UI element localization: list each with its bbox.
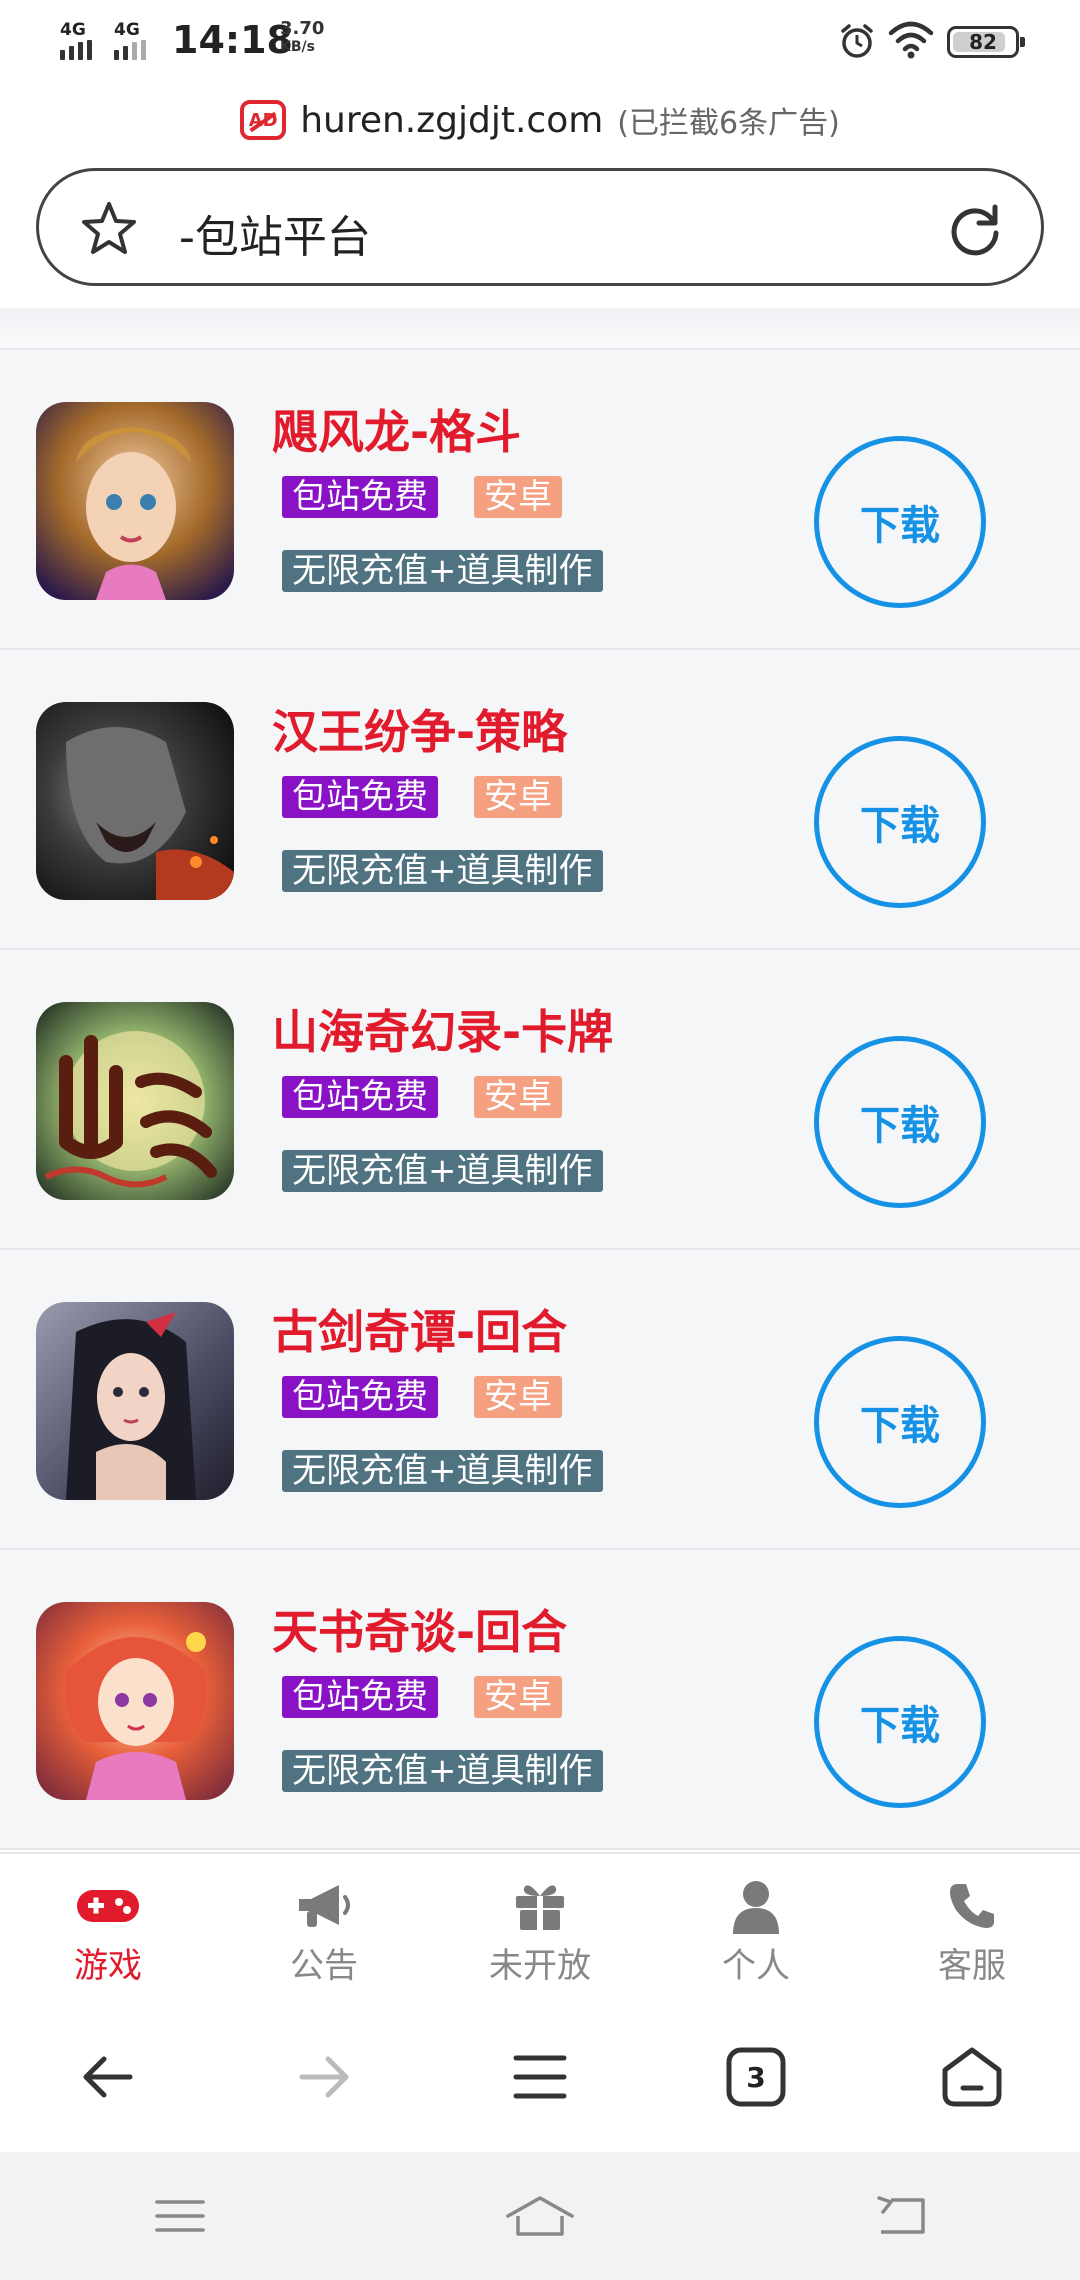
system-back-button[interactable] [720, 2152, 1080, 2280]
tag-android: 安卓 [474, 1676, 562, 1718]
forward-button[interactable] [216, 2002, 432, 2152]
wifi-icon [888, 21, 934, 59]
hamburger-menu-icon [513, 2055, 567, 2099]
game-thumbnail[interactable] [36, 402, 234, 600]
tag-android: 安卓 [474, 1076, 562, 1118]
tag-android: 安卓 [474, 776, 562, 818]
game-title[interactable]: 天书奇谈-回合 [272, 1596, 567, 1662]
tabs-button[interactable]: 3 [648, 2002, 864, 2152]
game-title[interactable]: 山海奇幻录-卡牌 [272, 996, 613, 1062]
page-title[interactable]: -包站平台 [179, 201, 371, 265]
blocked-ads-note: (已拦截6条广告) [617, 106, 840, 141]
game-title[interactable]: 古剑奇谭-回合 [272, 1296, 567, 1362]
system-home-button[interactable] [360, 2152, 720, 2280]
game-thumbnail[interactable] [36, 702, 234, 900]
tab-unopened[interactable]: 未开放 [432, 1854, 648, 2002]
status-bar: 4G 4G 14:18 3.70 KB/s 82 [0, 0, 1080, 80]
tab-label: 个人 [722, 1946, 790, 1986]
menu-button[interactable] [432, 2002, 648, 2152]
tab-label: 未开放 [489, 1946, 591, 1986]
phone-icon [950, 1884, 994, 1928]
signal-type-2: 4G [114, 20, 140, 40]
tab-count: 3 [746, 2060, 766, 2094]
download-button[interactable]: 下载 [814, 436, 986, 608]
bottom-tab-bar: 游戏 公告 未开放 个人 客服 [0, 1852, 1080, 2002]
game-row[interactable]: 古剑奇谭-回合 包站免费 安卓 无限充值+道具制作 下载 [0, 1250, 1080, 1550]
network-speed: 3.70 KB/s [280, 18, 325, 56]
tag-features: 无限充值+道具制作 [282, 1450, 603, 1492]
tag-features: 无限充值+道具制作 [282, 1150, 603, 1192]
game-thumbnail[interactable] [36, 1002, 234, 1200]
gamepad-icon [77, 1890, 139, 1922]
tag-features: 无限充值+道具制作 [282, 550, 603, 592]
tab-label: 客服 [938, 1946, 1006, 1986]
system-navigation-bar [0, 2152, 1080, 2280]
ad-block-icon[interactable]: AD [240, 100, 287, 140]
download-button[interactable]: 下载 [814, 1336, 986, 1508]
signal-type-1: 4G [60, 20, 86, 40]
recents-icon [155, 2200, 205, 2232]
tab-games[interactable]: 游戏 [0, 1854, 216, 2002]
tag-free-hosting: 包站免费 [282, 476, 438, 518]
content-top-spacer [0, 308, 1080, 348]
tab-support[interactable]: 客服 [864, 1854, 1080, 2002]
gift-icon [516, 1885, 564, 1930]
download-button[interactable]: 下载 [814, 1036, 986, 1208]
system-home-icon [506, 2196, 574, 2236]
tag-free-hosting: 包站免费 [282, 1076, 438, 1118]
address-bar[interactable]: -包站平台 [36, 168, 1044, 286]
megaphone-icon [299, 1885, 350, 1927]
download-button[interactable]: 下载 [814, 1636, 986, 1808]
browser-toolbar: 3 [0, 2002, 1080, 2152]
tag-free-hosting: 包站免费 [282, 1676, 438, 1718]
clock: 14:18 [172, 18, 293, 62]
tab-label: 游戏 [74, 1946, 142, 1986]
game-row[interactable]: 天书奇谈-回合 包站免费 安卓 无限充值+道具制作 下载 [0, 1550, 1080, 1850]
system-back-icon [877, 2196, 925, 2234]
tag-android: 安卓 [474, 1376, 562, 1418]
game-row[interactable]: 山海奇幻录-卡牌 包站免费 安卓 无限充值+道具制作 下载 [0, 950, 1080, 1250]
signal-bars-1-icon [60, 40, 92, 60]
game-thumbnail[interactable] [36, 1602, 234, 1800]
tag-android: 安卓 [474, 476, 562, 518]
game-title[interactable]: 飓风龙-格斗 [272, 396, 521, 462]
bookmark-star-icon[interactable] [79, 199, 139, 259]
signal-bars-2-icon [114, 40, 146, 60]
url-line[interactable]: AD huren.zgjdjt.com (已拦截6条广告) [0, 92, 1080, 148]
alarm-icon [841, 24, 873, 58]
game-row[interactable]: 飓风龙-格斗 包站免费 安卓 无限充值+道具制作 下载 [0, 350, 1080, 650]
game-row[interactable]: 汉王纷争-策略 包站免费 安卓 无限充值+道具制作 下载 [0, 650, 1080, 950]
home-button[interactable] [864, 2002, 1080, 2152]
battery-level: 82 [969, 30, 997, 54]
game-thumbnail[interactable] [36, 1302, 234, 1500]
game-list: 飓风龙-格斗 包站免费 安卓 无限充值+道具制作 下载 汉王纷争-策略 包站免费… [0, 348, 1080, 1850]
tag-features: 无限充值+道具制作 [282, 1750, 603, 1792]
recent-apps-button[interactable] [0, 2152, 360, 2280]
tag-free-hosting: 包站免费 [282, 776, 438, 818]
reload-icon[interactable] [945, 199, 1005, 259]
tab-label: 公告 [290, 1946, 358, 1986]
game-title[interactable]: 汉王纷争-策略 [272, 696, 567, 762]
tag-free-hosting: 包站免费 [282, 1376, 438, 1418]
tab-announcements[interactable]: 公告 [216, 1854, 432, 2002]
arrow-right-icon [299, 2056, 349, 2098]
page-domain[interactable]: huren.zgjdjt.com [300, 100, 603, 141]
tab-profile[interactable]: 个人 [648, 1854, 864, 2002]
person-icon [733, 1881, 779, 1934]
arrow-left-icon [83, 2056, 133, 2098]
download-button[interactable]: 下载 [814, 736, 986, 908]
home-icon [942, 2047, 1002, 2107]
back-button[interactable] [0, 2002, 216, 2152]
battery-indicator: 82 [947, 26, 1025, 58]
tag-features: 无限充值+道具制作 [282, 850, 603, 892]
